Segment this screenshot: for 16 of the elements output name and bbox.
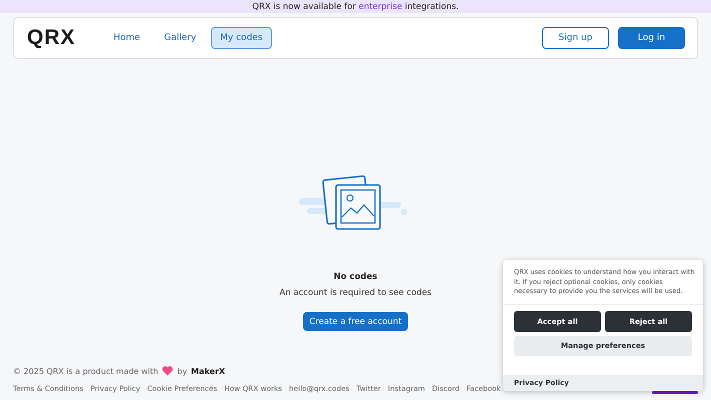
maker-link[interactable]: MakerX — [191, 366, 226, 376]
nav-link[interactable]: My codes — [211, 27, 272, 49]
logo[interactable]: QRX — [27, 26, 76, 50]
announcement-text: QRX is now available for enterprise integrations. — [252, 2, 459, 12]
heart-icon — [162, 366, 174, 376]
log-in-button[interactable]: Log in — [618, 27, 685, 49]
nav-link[interactable]: Home — [104, 27, 150, 49]
empty-message: An account is required to see codes — [279, 288, 432, 298]
enterprise-link[interactable]: enterprise — [358, 2, 402, 12]
nav-link[interactable]: Gallery — [155, 27, 206, 49]
copyright-text: © 2025 QRX is a product made with — [13, 366, 158, 376]
by-text: by — [177, 366, 188, 376]
empty-title: No codes — [334, 272, 378, 282]
create-account-button[interactable]: Create a free account — [303, 312, 408, 331]
sign-up-button[interactable]: Sign up — [542, 27, 609, 49]
floating-button[interactable] — [652, 391, 698, 394]
